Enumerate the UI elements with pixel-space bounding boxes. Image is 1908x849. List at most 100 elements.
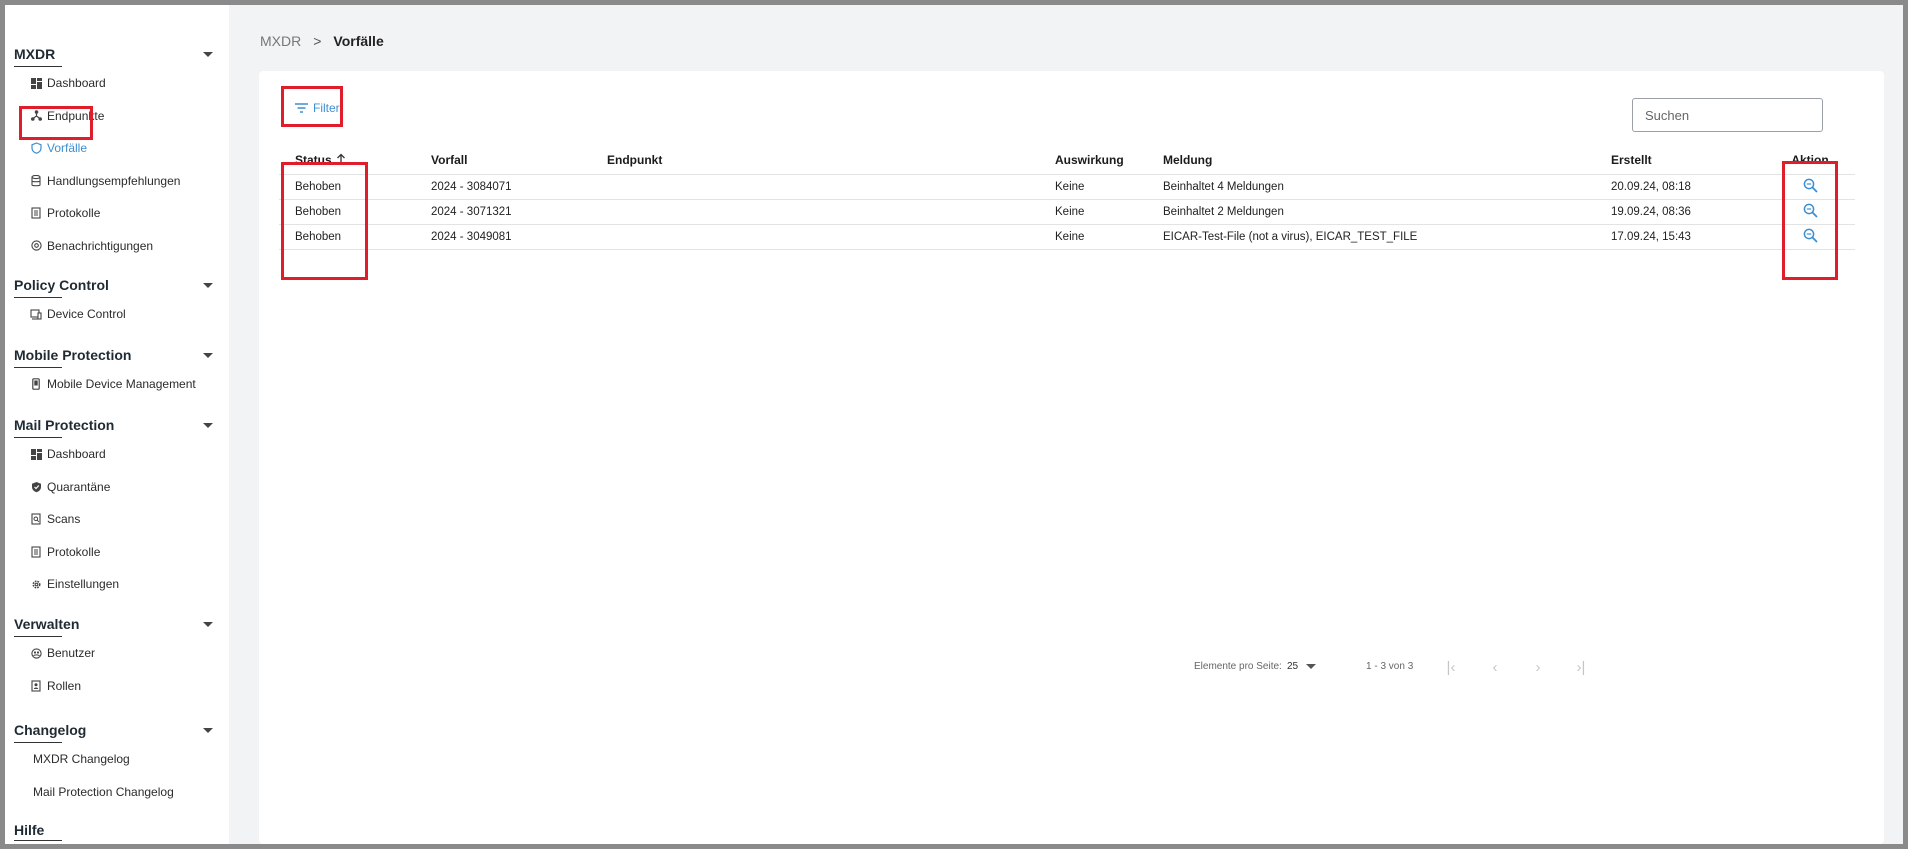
inspect-icon[interactable]: [1803, 178, 1818, 196]
cell-endpunkt: [607, 224, 1055, 250]
column-header-erstellt[interactable]: Erstellt: [1611, 146, 1765, 175]
last-page-icon[interactable]: ›|: [1570, 656, 1592, 678]
page-size-select[interactable]: 25: [1287, 661, 1317, 672]
sidebar-item-label: Benutzer: [47, 646, 96, 661]
table-row[interactable]: Behoben 2024 - 3084071 Keine Beinhaltet …: [279, 174, 1855, 200]
previous-page-icon[interactable]: ‹: [1484, 656, 1506, 678]
section-mail-protection: Mail Protection Dashboard Quarantäne Sca…: [5, 410, 229, 601]
cell-status: Behoben: [279, 224, 431, 250]
network-icon: [30, 110, 42, 122]
sidebar-item-dashboard[interactable]: Dashboard: [5, 67, 229, 100]
sidebar-item-label: Scans: [47, 512, 81, 527]
sidebar-item-benachrichtigungen[interactable]: Benachrichtigungen: [5, 230, 229, 263]
chevron-down-icon: [203, 727, 213, 733]
search-input[interactable]: [1643, 106, 1823, 124]
section-header-policy-control[interactable]: Policy Control: [14, 270, 214, 300]
shield-icon: [30, 142, 42, 155]
sidebar-item-mobile-device-management[interactable]: Mobile Device Management: [5, 368, 229, 401]
sidebar-item-label: Benachrichtigungen: [47, 238, 154, 253]
cell-meldung: Beinhaltet 4 Meldungen: [1163, 174, 1611, 200]
chevron-down-icon: [203, 621, 213, 627]
sort-ascending-icon[interactable]: [336, 153, 346, 167]
sidebar-item-einstellungen[interactable]: Einstellungen: [5, 568, 229, 601]
incidents-table: Status Vorfall Endpunkt Auswirkung Meldu…: [279, 146, 1855, 250]
pagination: Elemente pro Seite: 25 1 - 3 von 3 |‹ ‹ …: [259, 651, 1859, 681]
sidebar-item-mxdr-changelog[interactable]: MXDR Changelog: [5, 743, 229, 776]
column-header-vorfall[interactable]: Vorfall: [431, 146, 607, 175]
sidebar-item-label: Endpunkte: [47, 108, 105, 123]
section-policy-control: Policy Control Device Control: [5, 270, 229, 331]
sidebar-item-protokolle[interactable]: Protokolle: [5, 197, 229, 230]
page-range: 1 - 3 von 3: [1366, 661, 1414, 672]
cell-status: Behoben: [279, 174, 431, 200]
chevron-down-icon: [203, 51, 213, 57]
chevron-down-icon: [203, 282, 213, 288]
page-size-label: Elemente pro Seite:: [1194, 661, 1282, 672]
cell-vorfall: 2024 - 3049081: [431, 224, 607, 250]
sidebar-item-rollen[interactable]: Rollen: [5, 670, 229, 703]
section-title: MXDR: [14, 46, 56, 62]
sidebar-item-label: Device Control: [47, 307, 126, 322]
column-header-endpunkt[interactable]: Endpunkt: [607, 146, 1055, 175]
chevron-down-icon: [203, 422, 213, 428]
sidebar-item-scans[interactable]: Scans: [5, 503, 229, 536]
section-title: Changelog: [14, 722, 87, 738]
cell-endpunkt: [607, 199, 1055, 225]
table-row[interactable]: Behoben 2024 - 3071321 Keine Beinhaltet …: [279, 199, 1855, 225]
sidebar-item-label: MXDR Changelog: [33, 752, 130, 767]
breadcrumb-root[interactable]: MXDR: [260, 33, 301, 49]
sidebar-item-label: Protokolle: [47, 206, 101, 221]
inspect-icon[interactable]: [1803, 203, 1818, 221]
filter-label: Filter: [313, 101, 340, 115]
section-hilfe: Hilfe: [5, 817, 229, 843]
device-icon: [30, 308, 42, 320]
section-header-hilfe[interactable]: Hilfe: [14, 817, 214, 843]
scan-icon: [30, 513, 42, 525]
sidebar-item-mail-dashboard[interactable]: Dashboard: [5, 438, 229, 471]
section-title: Hilfe: [14, 822, 45, 838]
search-box[interactable]: [1632, 98, 1823, 132]
sidebar-item-handlungsempfehlungen[interactable]: Handlungsempfehlungen: [5, 165, 229, 198]
cell-auswirkung: Keine: [1055, 174, 1163, 200]
sidebar-item-vorfaelle[interactable]: Vorfälle: [5, 132, 229, 165]
id-card-icon: [30, 680, 42, 692]
breadcrumb-separator-icon: >: [313, 33, 322, 49]
section-header-mail-protection[interactable]: Mail Protection: [14, 410, 214, 440]
cell-erstellt: 17.09.24, 15:43: [1611, 224, 1765, 250]
section-header-mobile-protection[interactable]: Mobile Protection: [14, 340, 214, 370]
column-header-status[interactable]: Status: [279, 146, 431, 175]
sidebar-item-label: Mobile Device Management: [47, 377, 196, 392]
first-page-icon[interactable]: |‹: [1440, 656, 1462, 678]
section-title: Verwalten: [14, 616, 80, 632]
sidebar-item-endpunkte[interactable]: Endpunkte: [5, 100, 229, 133]
column-header-meldung[interactable]: Meldung: [1163, 146, 1611, 175]
sidebar-item-mail-protection-changelog[interactable]: Mail Protection Changelog: [5, 776, 229, 809]
filter-button[interactable]: Filter: [295, 101, 340, 115]
section-title: Mail Protection: [14, 417, 115, 433]
page-size-value: 25: [1287, 661, 1299, 672]
column-header-label: Status: [295, 153, 332, 167]
table-row[interactable]: Behoben 2024 - 3049081 Keine EICAR-Test-…: [279, 224, 1855, 250]
sidebar-item-mail-protokolle[interactable]: Protokolle: [5, 536, 229, 569]
cell-status: Behoben: [279, 199, 431, 225]
users-icon: [30, 647, 42, 659]
page-title: Vorfälle: [333, 33, 384, 49]
sidebar-item-label: Einstellungen: [47, 577, 120, 592]
cell-meldung: Beinhaltet 2 Meldungen: [1163, 199, 1611, 225]
sidebar-item-quarantaene[interactable]: Quarantäne: [5, 471, 229, 504]
column-header-auswirkung[interactable]: Auswirkung: [1055, 146, 1163, 175]
inspect-icon[interactable]: [1803, 228, 1818, 246]
sidebar-item-benutzer[interactable]: Benutzer: [5, 637, 229, 670]
section-title: Mobile Protection: [14, 347, 132, 363]
cell-endpunkt: [607, 174, 1055, 200]
next-page-icon[interactable]: ›: [1527, 656, 1549, 678]
section-header-mxdr[interactable]: MXDR: [14, 39, 214, 69]
cell-aktion: [1765, 224, 1855, 250]
sidebar-item-label: Mail Protection Changelog: [33, 784, 174, 799]
sidebar-item-device-control[interactable]: Device Control: [5, 298, 229, 331]
document-icon: [30, 207, 42, 219]
database-icon: [30, 174, 42, 187]
section-header-changelog[interactable]: Changelog: [14, 715, 214, 745]
section-header-verwalten[interactable]: Verwalten: [14, 609, 214, 639]
table-header-row: Status Vorfall Endpunkt Auswirkung Meldu…: [279, 146, 1855, 175]
